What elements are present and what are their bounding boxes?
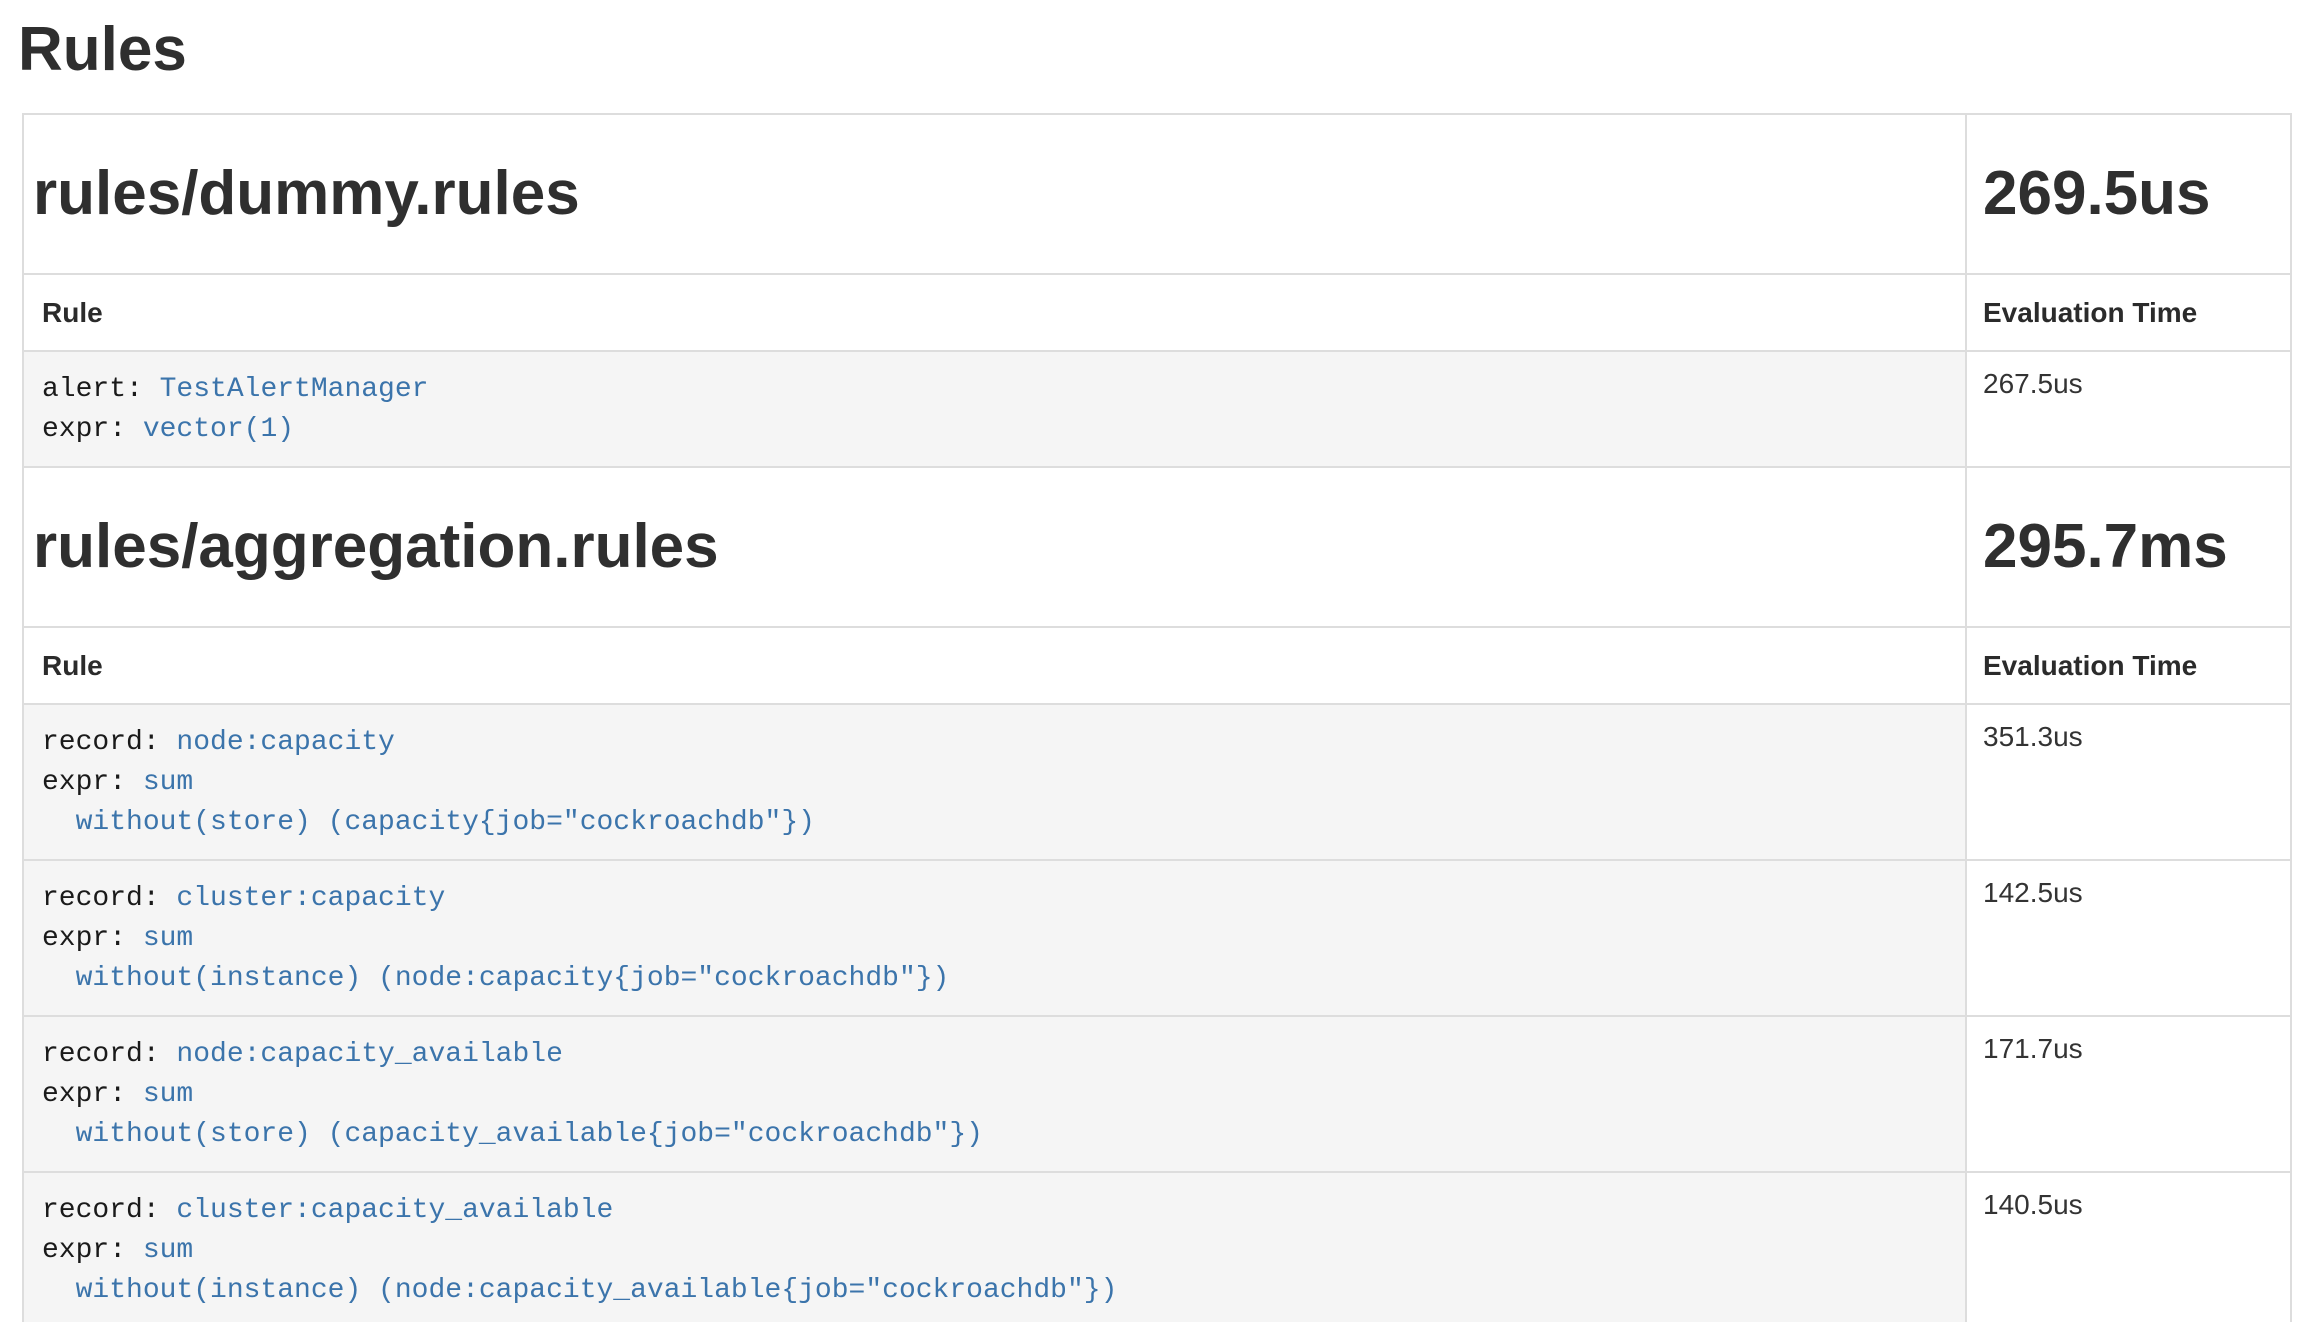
rule-name-link[interactable]: cluster:capacity — [176, 883, 445, 914]
rule-code-line: alert: TestAlertManager — [42, 370, 1947, 410]
rule-group-name: rules/dummy.rules — [23, 114, 1966, 274]
rule-expr-link[interactable]: sum — [143, 923, 193, 954]
rule-code-line: without(store) (capacity{job="cockroachd… — [42, 803, 1947, 843]
rule-field-label: expr: — [42, 1079, 143, 1110]
rule-eval-time: 142.5us — [1966, 860, 2291, 1016]
rule-expr-link[interactable]: without(instance) (node:capacity_availab… — [42, 1275, 1117, 1306]
rule-code-line: expr: vector(1) — [42, 410, 1947, 450]
column-header-row: Rule Evaluation Time — [23, 627, 2291, 704]
rule-row: record: cluster:capacity expr: sum witho… — [23, 860, 2291, 1016]
rule-code-line: expr: sum — [42, 919, 1947, 959]
rule-definition-cell: record: node:capacity expr: sum without(… — [23, 704, 1966, 860]
rule-eval-time: 171.7us — [1966, 1016, 2291, 1172]
rule-name-link[interactable]: cluster:capacity_available — [176, 1195, 613, 1226]
rule-code-line: expr: sum — [42, 763, 1947, 803]
rule-field-label: expr: — [42, 923, 143, 954]
rule-field-label: expr: — [42, 414, 143, 445]
rule-name-link[interactable]: TestAlertManager — [160, 374, 429, 405]
column-header-eval-time: Evaluation Time — [1966, 274, 2291, 351]
rule-code-line: expr: sum — [42, 1075, 1947, 1115]
rule-code-line: record: cluster:capacity — [42, 879, 1947, 919]
rules-page: Rules rules/dummy.rules 269.5us Rule Eva… — [0, 0, 2316, 1322]
rule-definition-cell: record: node:capacity_available expr: su… — [23, 1016, 1966, 1172]
rule-expr-link[interactable]: without(store) (capacity{job="cockroachd… — [42, 807, 815, 838]
rules-table: rules/dummy.rules 269.5us Rule Evaluatio… — [22, 113, 2292, 1322]
rule-expr-link[interactable]: sum — [143, 1235, 193, 1266]
column-header-row: Rule Evaluation Time — [23, 274, 2291, 351]
rule-expr-link[interactable]: sum — [143, 767, 193, 798]
rule-name-link[interactable]: node:capacity_available — [176, 1039, 562, 1070]
rule-code-line: without(instance) (node:capacity_availab… — [42, 1271, 1947, 1311]
rule-field-label: alert: — [42, 374, 160, 405]
rule-eval-time: 267.5us — [1966, 351, 2291, 467]
rule-code-line: record: cluster:capacity_available — [42, 1191, 1947, 1231]
rule-field-label: expr: — [42, 1235, 143, 1266]
rule-definition-cell: alert: TestAlertManager expr: vector(1) — [23, 351, 1966, 467]
rule-row: record: node:capacity expr: sum without(… — [23, 704, 2291, 860]
rule-definition-cell: record: cluster:capacity expr: sum witho… — [23, 860, 1966, 1016]
rule-field-label: record: — [42, 1039, 176, 1070]
rule-code-line: expr: sum — [42, 1231, 1947, 1271]
column-header-eval-time: Evaluation Time — [1966, 627, 2291, 704]
rule-code-line: record: node:capacity_available — [42, 1035, 1947, 1075]
rule-code-line: without(instance) (node:capacity{job="co… — [42, 959, 1947, 999]
rule-field-label: record: — [42, 883, 176, 914]
rule-definition-cell: record: cluster:capacity_available expr:… — [23, 1172, 1966, 1322]
rule-row: record: node:capacity_available expr: su… — [23, 1016, 2291, 1172]
rule-expr-link[interactable]: without(instance) (node:capacity{job="co… — [42, 963, 949, 994]
rule-name-link[interactable]: node:capacity — [176, 727, 394, 758]
rule-group-header-row: rules/dummy.rules 269.5us — [23, 114, 2291, 274]
page-title: Rules — [18, 14, 2316, 86]
rule-group-name: rules/aggregation.rules — [23, 467, 1966, 627]
rule-field-label: record: — [42, 1195, 176, 1226]
rule-group-header-row: rules/aggregation.rules 295.7ms — [23, 467, 2291, 627]
column-header-rule: Rule — [23, 627, 1966, 704]
rule-eval-time: 140.5us — [1966, 1172, 2291, 1322]
rule-row: record: cluster:capacity_available expr:… — [23, 1172, 2291, 1322]
rule-expr-link[interactable]: vector(1) — [143, 414, 294, 445]
rule-group-eval-time: 295.7ms — [1966, 467, 2291, 627]
rule-field-label: record: — [42, 727, 176, 758]
rule-code-line: record: node:capacity — [42, 723, 1947, 763]
rule-field-label: expr: — [42, 767, 143, 798]
rule-eval-time: 351.3us — [1966, 704, 2291, 860]
rule-group-eval-time: 269.5us — [1966, 114, 2291, 274]
rule-row: alert: TestAlertManager expr: vector(1) … — [23, 351, 2291, 467]
rule-expr-link[interactable]: sum — [143, 1079, 193, 1110]
rule-expr-link[interactable]: without(store) (capacity_available{job="… — [42, 1119, 983, 1150]
column-header-rule: Rule — [23, 274, 1966, 351]
rule-code-line: without(store) (capacity_available{job="… — [42, 1115, 1947, 1155]
